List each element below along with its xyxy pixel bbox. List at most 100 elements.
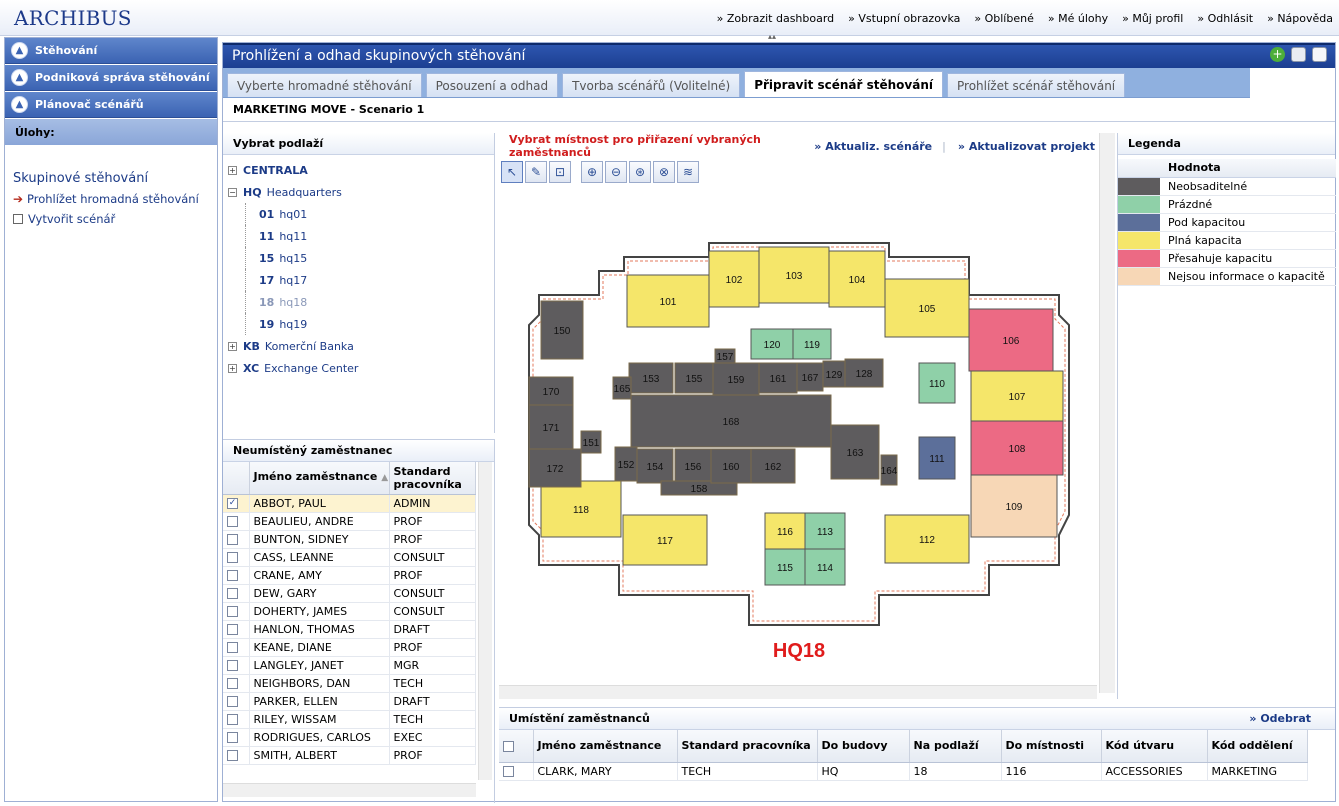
update-project-link[interactable]: Aktualizovat projekt stě xyxy=(958,140,1097,153)
tree-floor-hq19[interactable]: 19 hq19 xyxy=(223,313,494,335)
employees-horizontal-scrollbar[interactable] xyxy=(223,783,476,797)
select-tool-icon[interactable]: ↖ xyxy=(501,161,523,183)
topnav-favorites[interactable]: Oblíbené xyxy=(974,12,1034,25)
tab-review-estimate[interactable]: Posouzení a odhad xyxy=(425,73,559,97)
email-icon[interactable] xyxy=(1312,47,1327,62)
assignments-col-0[interactable]: Jméno zaměstnance xyxy=(533,730,678,763)
assignments-col-1[interactable]: Standard pracovníka xyxy=(677,730,818,763)
select-all-checkbox[interactable] xyxy=(503,740,514,752)
tree-floor-hq11[interactable]: 11 hq11 xyxy=(223,225,494,247)
employee-row[interactable]: HANLON, THOMAS DRAFT xyxy=(223,620,476,639)
employee-row[interactable]: CASS, LEANNE CONSULT xyxy=(223,548,476,567)
top-navigation: Zobrazit dashboard Vstupní obrazovka Obl… xyxy=(703,12,1333,25)
employee-row[interactable]: PARKER, ELLEN DRAFT xyxy=(223,692,476,711)
employees-col-name[interactable]: Jméno zaměstnance ▲ xyxy=(249,462,390,495)
tree-connector xyxy=(245,247,246,269)
remove-link[interactable]: Odebrat xyxy=(1249,712,1311,725)
employee-row[interactable]: BUNTON, SIDNEY PROF xyxy=(223,530,476,549)
expand-icon[interactable]: + xyxy=(228,165,237,175)
assignments-col-5[interactable]: Kód útvaru xyxy=(1101,730,1208,763)
zoom-window-icon[interactable]: ⊡ xyxy=(549,161,571,183)
tab-prepare-scenario[interactable]: Připravit scénář stěhování xyxy=(744,71,943,97)
drawing-horizontal-scrollbar[interactable] xyxy=(499,685,1097,699)
employee-row[interactable]: KEANE, DIANE PROF xyxy=(223,638,476,657)
employee-checkbox[interactable] xyxy=(227,606,238,617)
print-icon[interactable] xyxy=(1291,47,1306,62)
assignments-col-2[interactable]: Do budovy xyxy=(817,730,910,763)
topnav-home[interactable]: Vstupní obrazovka xyxy=(848,12,960,25)
assignment-checkbox[interactable] xyxy=(503,766,514,777)
floor-name: hq17 xyxy=(279,273,308,287)
tab-select-group-move[interactable]: Vyberte hromadné stěhování xyxy=(227,73,422,97)
employee-checkbox[interactable] xyxy=(227,552,238,563)
employees-vertical-scrollbar[interactable] xyxy=(478,462,492,780)
assignment-row[interactable]: CLARK, MARY TECH HQ 18 116 ACCESSORIES MARKETI… xyxy=(499,762,1308,781)
drawing-vertical-scrollbar[interactable] xyxy=(1099,133,1115,693)
expand-icon[interactable]: + xyxy=(228,341,237,351)
employee-row[interactable]: SMITH, ALBERT PROF xyxy=(223,746,476,765)
tree-building-centrala[interactable]: + CENTRALA xyxy=(223,159,494,181)
legend-swatch xyxy=(1118,177,1160,196)
layers-icon[interactable]: ≋ xyxy=(677,161,699,183)
tab-create-scenarios[interactable]: Tvorba scénářů (Volitelné) xyxy=(562,73,741,97)
employee-checkbox[interactable] xyxy=(227,660,238,671)
employees-col-std[interactable]: Standard pracovníka xyxy=(389,462,476,495)
employee-row[interactable]: BEAULIEU, ANDRE PROF xyxy=(223,512,476,531)
employee-checkbox[interactable] xyxy=(227,750,238,761)
tree-floor-hq15[interactable]: 15 hq15 xyxy=(223,247,494,269)
employee-row[interactable]: DOHERTY, JAMES CONSULT xyxy=(223,602,476,621)
employee-checkbox[interactable] xyxy=(227,570,238,581)
floor-plan-drawing[interactable]: 101 102 103 104 105 106 107 108 109 110 111 112 113 1… xyxy=(499,185,1097,685)
expand-icon[interactable]: + xyxy=(228,363,237,373)
task-view-group-moves[interactable]: ➔ Prohlížet hromadná stěhování xyxy=(13,192,217,206)
employee-checkbox[interactable] xyxy=(227,696,238,707)
checkbox-icon xyxy=(13,214,23,224)
topnav-help[interactable]: Nápověda xyxy=(1267,12,1333,25)
collapse-handle-icon[interactable]: ▴▴ xyxy=(760,33,784,41)
employee-checkbox[interactable] xyxy=(227,678,238,689)
employee-checkbox[interactable] xyxy=(227,624,238,635)
employee-row[interactable]: CRANE, AMY PROF xyxy=(223,566,476,585)
employee-checkbox[interactable] xyxy=(227,732,238,743)
task-create-scenario[interactable]: Vytvořit scénář xyxy=(13,212,217,226)
tree-building-kb[interactable]: + KB Komerční Banka xyxy=(223,335,494,357)
sort-asc-icon[interactable]: ▲ xyxy=(381,473,388,483)
topnav-my-tasks[interactable]: Mé úlohy xyxy=(1048,12,1108,25)
employee-checkbox[interactable] xyxy=(227,642,238,653)
sidebar-nav-scenario-planner[interactable]: ▲ Plánovač scénářů xyxy=(5,92,217,118)
building-name: Headquarters xyxy=(266,185,342,199)
employee-row[interactable]: RODRIGUES, CARLOS EXEC xyxy=(223,728,476,747)
zoom-out-icon[interactable]: ⊖ xyxy=(605,161,627,183)
topnav-logout[interactable]: Odhlásit xyxy=(1197,12,1254,25)
employee-checkbox[interactable]: ✓ xyxy=(227,498,238,509)
employee-checkbox[interactable] xyxy=(227,714,238,725)
zoom-extents-icon[interactable]: ⊛ xyxy=(629,161,651,183)
tree-floor-hq18[interactable]: 18 hq18 xyxy=(223,291,494,313)
zoom-selected-icon[interactable]: ⊗ xyxy=(653,161,675,183)
employee-checkbox[interactable] xyxy=(227,534,238,545)
assignments-col-3[interactable]: Na podlaží xyxy=(909,730,1002,763)
assignments-col-6[interactable]: Kód oddělení xyxy=(1207,730,1308,763)
tab-view-scenario[interactable]: Prohlížet scénář stěhování xyxy=(947,73,1126,97)
topnav-my-profile[interactable]: Můj profil xyxy=(1122,12,1183,25)
add-icon[interactable]: + xyxy=(1270,47,1285,62)
update-scenario-link[interactable]: Aktualiz. scénáře xyxy=(814,140,932,153)
tree-floor-hq17[interactable]: 17 hq17 xyxy=(223,269,494,291)
employee-row[interactable]: DEW, GARY CONSULT xyxy=(223,584,476,603)
assign-tool-icon[interactable]: ✎ xyxy=(525,161,547,183)
tree-building-hq[interactable]: − HQ Headquarters xyxy=(223,181,494,203)
sidebar-nav-moves[interactable]: ▲ Stěhování xyxy=(5,38,217,64)
employee-checkbox[interactable] xyxy=(227,588,238,599)
employee-row[interactable]: ✓ ABBOT, PAUL ADMIN xyxy=(223,494,476,513)
zoom-in-icon[interactable]: ⊕ xyxy=(581,161,603,183)
tree-floor-hq01[interactable]: 01 hq01 xyxy=(223,203,494,225)
assignments-col-4[interactable]: Do místnosti xyxy=(1001,730,1102,763)
employee-checkbox[interactable] xyxy=(227,516,238,527)
collapse-icon[interactable]: − xyxy=(228,187,237,197)
topnav-dashboard[interactable]: Zobrazit dashboard xyxy=(717,12,834,25)
tree-building-xc[interactable]: + XC Exchange Center xyxy=(223,357,494,379)
employee-row[interactable]: LANGLEY, JANET MGR xyxy=(223,656,476,675)
sidebar-nav-enterprise-moves[interactable]: ▲ Podniková správa stěhování xyxy=(5,65,217,91)
employee-row[interactable]: NEIGHBORS, DAN TECH xyxy=(223,674,476,693)
employee-row[interactable]: RILEY, WISSAM TECH xyxy=(223,710,476,729)
